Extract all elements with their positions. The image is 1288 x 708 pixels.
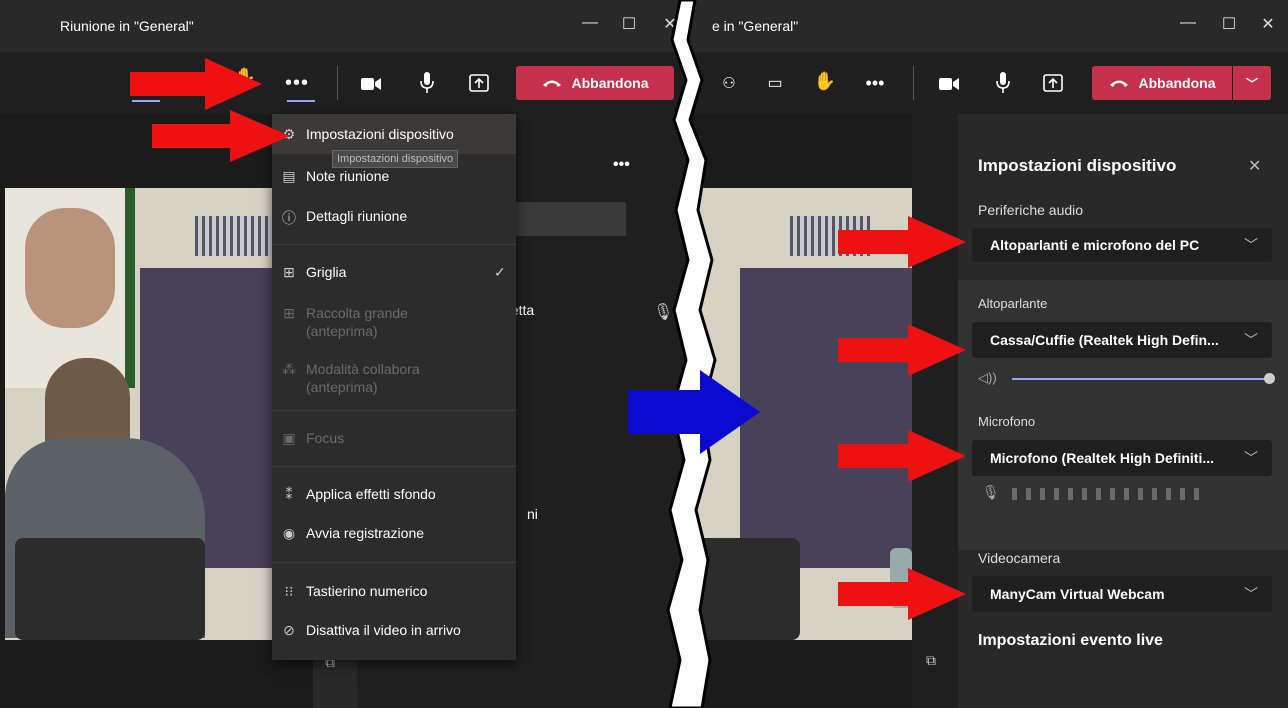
- red-arrow-audio-devices: [838, 216, 966, 268]
- red-arrow-toolbar: [130, 58, 262, 110]
- red-arrow-microphone: [838, 430, 966, 482]
- red-arrow-camera: [838, 568, 966, 620]
- red-arrow-speaker: [838, 324, 966, 376]
- red-arrow-menu: [152, 110, 290, 162]
- blue-arrow: [628, 370, 760, 454]
- annotation-layer: [130, 58, 966, 620]
